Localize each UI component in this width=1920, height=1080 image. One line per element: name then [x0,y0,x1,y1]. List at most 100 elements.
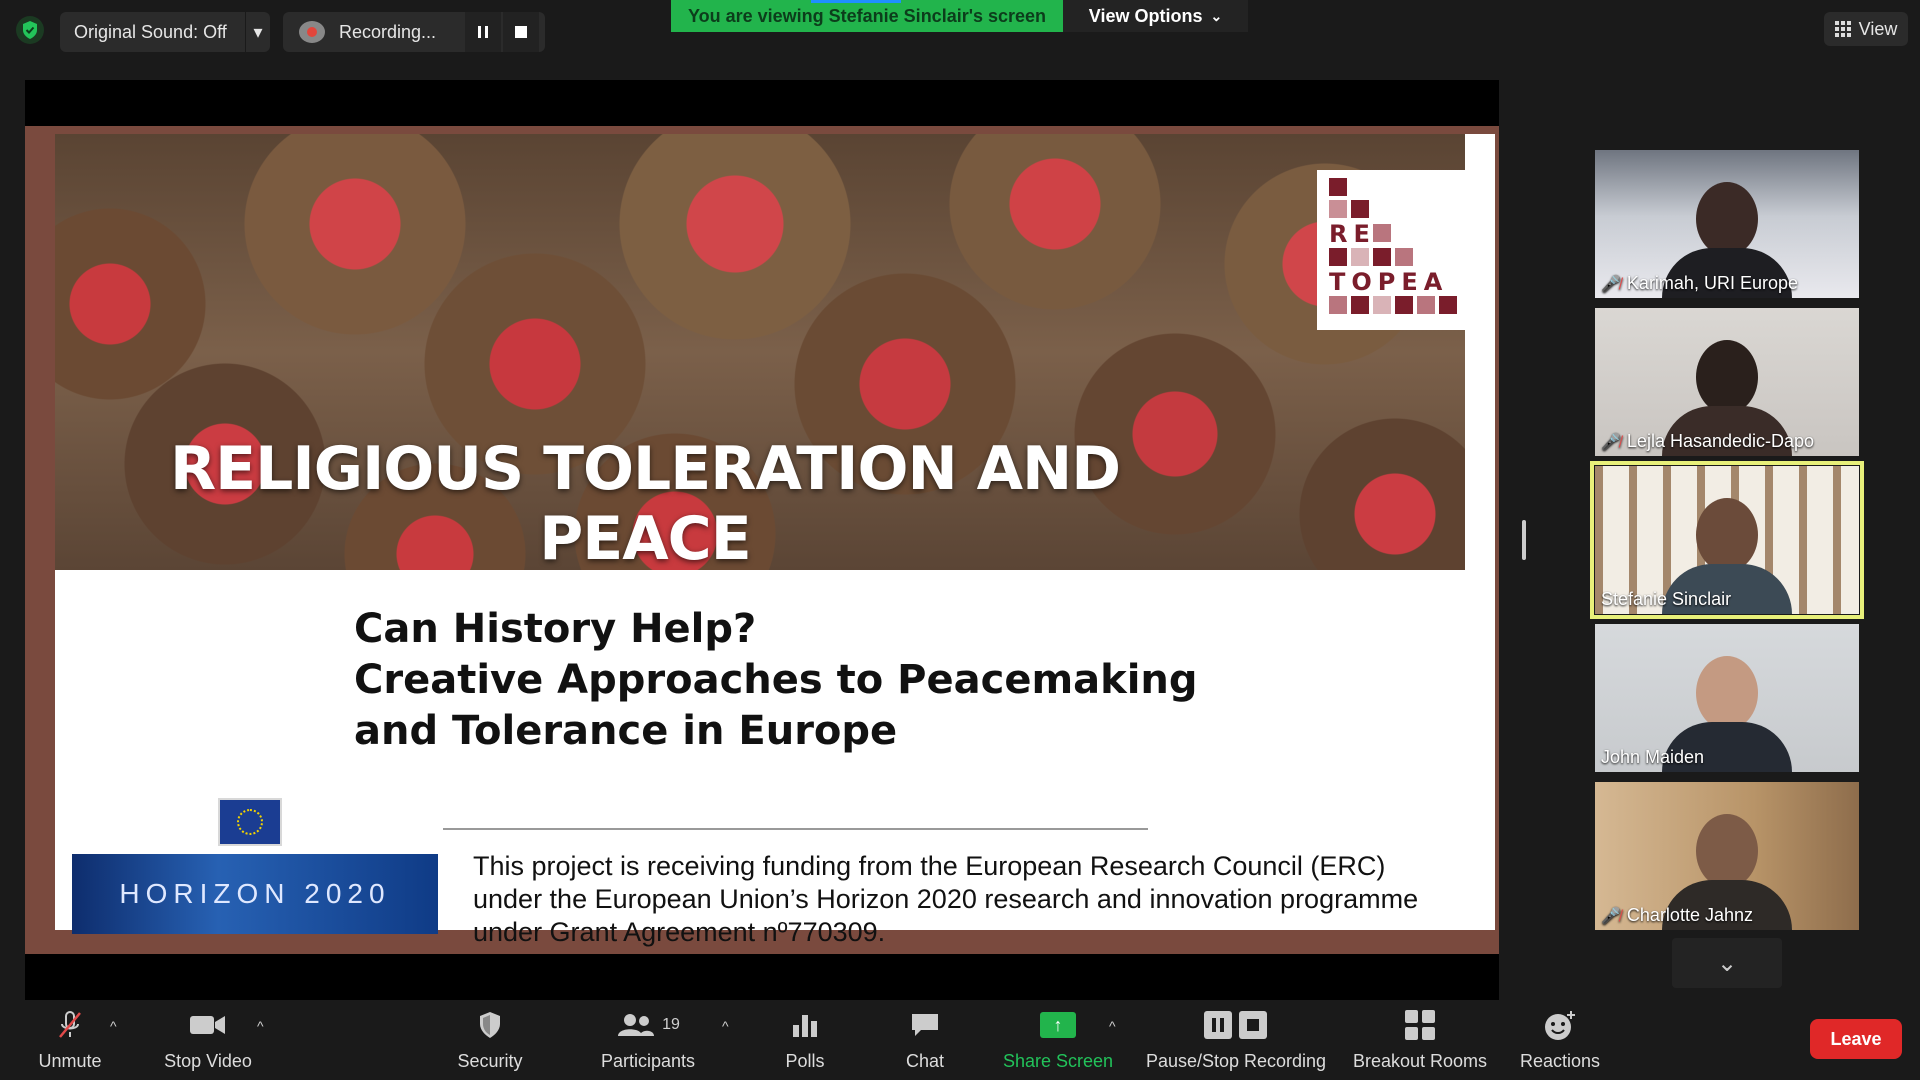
logo-square [1417,296,1435,314]
muted-mic-icon: 🎤̸ [1601,907,1621,925]
participant-video-tile[interactable]: 🎤̸ Lejla Hasandedic-Dapo [1595,308,1859,456]
logo-square [1329,200,1347,218]
participant-name: Karimah, URI Europe [1626,273,1798,293]
smiley-plus-icon [1543,1009,1577,1041]
original-sound-button[interactable]: Original Sound: Off [60,12,245,52]
view-options-button[interactable]: View Options ⌄ [1063,0,1248,32]
logo-square [1439,296,1457,314]
chat-button[interactable]: Chat [890,1000,960,1080]
view-layout-button[interactable]: View [1824,12,1908,46]
participant-name-tag: Stefanie Sinclair [1601,589,1731,610]
view-options-label: View Options [1088,5,1203,26]
participant-video-tile[interactable]: John Maiden [1595,624,1859,772]
chevron-down-icon: ⌄ [1716,949,1738,977]
meeting-toolbar: Unmute ^ Stop Video ^ Security 19 Partic… [0,1000,1920,1080]
leave-button[interactable]: Leave [1810,1019,1902,1059]
shield-icon [478,1009,502,1041]
retopea-logo: RE TOPEA [1317,170,1465,330]
participant-name: Stefanie Sinclair [1601,589,1732,609]
logo-square [1329,296,1347,314]
eu-flag-icon [218,798,282,846]
muted-mic-icon: 🎤̸ [1601,275,1621,293]
participants-label: Participants [600,1051,696,1071]
participant-video-tile[interactable]: 🎤̸ Karimah, URI Europe [1595,150,1859,298]
participant-name-tag: 🎤̸ Lejla Hasandedic-Dapo [1601,431,1814,452]
share-screen-arrow-icon: ↑ [1040,1012,1076,1038]
logo-square [1395,248,1413,266]
slide-content: RELIGIOUS TOLERATION AND PEACE RE TOPEA [55,134,1495,947]
stop-video-button[interactable]: Stop Video [158,1000,258,1080]
unmute-button[interactable]: Unmute [28,1000,112,1080]
panel-resize-handle[interactable] [1522,520,1526,560]
participant-name: Lejla Hasandedic-Dapo [1626,431,1815,451]
logo-square [1351,248,1369,266]
pause-stop-recording-button[interactable]: Pause/Stop Recording [1140,1000,1332,1080]
scroll-down-button[interactable]: ⌄ [1672,938,1782,988]
participants-options-caret-icon[interactable]: ^ [722,1018,729,1034]
logo-square [1373,248,1391,266]
participant-name: Charlotte Jahnz [1626,905,1753,925]
leave-label: Leave [1830,1028,1882,1049]
polls-button[interactable]: Polls [770,1000,840,1080]
horizon-2020-logo: HORIZON 2020 [72,854,438,934]
participants-count: 19 [662,1016,680,1033]
meeting-top-bar: Original Sound: Off ▾ Recording... You a… [0,0,1920,64]
share-screen-button[interactable]: ↑ Share Screen [998,1000,1118,1080]
slide-title: RELIGIOUS TOLERATION AND PEACE [169,434,1121,570]
funding-line: This project is receiving funding from t… [473,851,1386,881]
horizon-label: HORIZON 2020 [119,878,391,909]
shared-screen: RELIGIOUS TOLERATION AND PEACE RE TOPEA [25,80,1499,1000]
original-sound-dropdown[interactable]: ▾ [246,12,270,52]
funding-line: under Grant Agreement nº770309. [473,917,886,947]
viewing-screen-banner: You are viewing Stefanie Sinclair's scre… [671,0,1063,32]
chat-label: Chat [905,1051,945,1071]
logo-square [1373,296,1391,314]
cloud-recording-icon [299,21,325,43]
share-icon-wrap: ↑ [1040,1009,1076,1041]
logo-square [1373,224,1391,242]
reactions-label: Reactions [1519,1051,1601,1071]
participant-video-tile[interactable]: 🎤̸ Charlotte Jahnz [1595,782,1859,930]
security-label: Security [457,1051,523,1071]
participants-button[interactable]: 19 Participants [596,1000,700,1080]
reactions-button[interactable]: Reactions [1518,1000,1602,1080]
chat-bubble-icon [909,1009,941,1041]
logo-text-re: RE [1329,220,1376,248]
participant-name-tag: 🎤̸ Charlotte Jahnz [1601,905,1753,926]
share-options-caret-icon[interactable]: ^ [1109,1018,1116,1034]
grid-view-icon [1834,21,1851,37]
video-camera-icon [189,1009,227,1041]
participant-name-tag: 🎤̸ Karimah, URI Europe [1601,273,1798,294]
chevron-down-icon: ▾ [253,21,263,42]
participants-icon [618,1014,655,1036]
participant-name: John Maiden [1601,747,1705,767]
muted-mic-icon [57,1009,83,1041]
banner-accent-bar [811,0,901,3]
slide-divider [443,828,1148,830]
logo-square [1351,200,1369,218]
muted-mic-icon: 🎤̸ [1601,433,1621,451]
subtitle-line: Creative Approaches to Peacemaking [354,657,1198,703]
security-button[interactable]: Security [450,1000,530,1080]
breakout-rooms-icon [1404,1009,1436,1041]
audio-options-caret-icon[interactable]: ^ [110,1018,117,1034]
encryption-shield-icon[interactable] [16,16,44,44]
subtitle-line: and Tolerance in Europe [354,708,898,754]
logo-square [1329,178,1347,196]
participant-video-tile-active-speaker[interactable]: Stefanie Sinclair [1590,461,1864,619]
stop-recording-button[interactable] [503,12,539,52]
participant-name-tag: John Maiden [1601,747,1704,768]
breakout-rooms-button[interactable]: Breakout Rooms [1350,1000,1490,1080]
pause-stop-icon [1203,1009,1269,1041]
share-screen-label: Share Screen [1002,1051,1114,1071]
bar-chart-icon [791,1009,819,1041]
subtitle-line: Can History Help? [354,606,757,652]
logo-square [1395,296,1413,314]
polls-label: Polls [785,1051,825,1071]
funding-statement: This project is receiving funding from t… [473,850,1473,949]
video-options-caret-icon[interactable]: ^ [257,1018,264,1034]
pause-recording-button[interactable] [465,12,501,52]
unmute-label: Unmute [38,1051,102,1071]
chevron-down-icon: ⌄ [1210,7,1223,24]
slide-subtitle: Can History Help? Creative Approaches to… [354,604,1198,757]
